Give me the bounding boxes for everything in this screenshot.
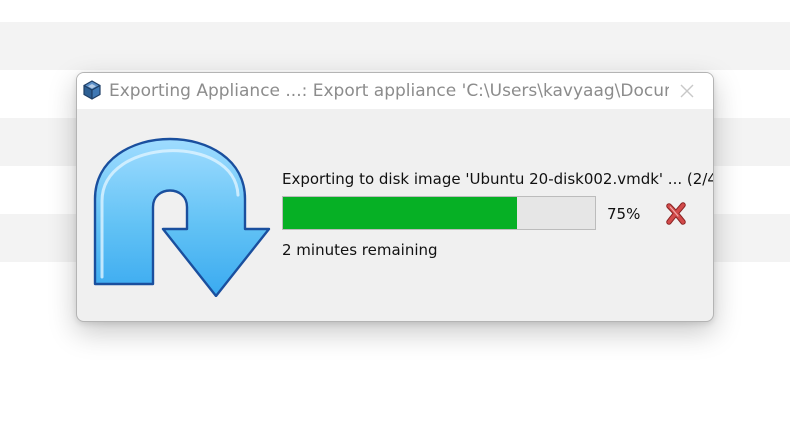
progress-fill [283, 197, 517, 229]
cancel-x-icon [666, 202, 686, 225]
cancel-button[interactable] [663, 201, 689, 227]
export-progress-bar [282, 196, 596, 230]
export-progress-dialog: Exporting Appliance ...: Export applianc… [76, 72, 714, 322]
close-button[interactable] [673, 77, 701, 105]
progress-percent: 75% [607, 205, 641, 223]
export-status-text: Exporting to disk image 'Ubuntu 20-disk0… [282, 170, 714, 188]
time-remaining-text: 2 minutes remaining [282, 241, 438, 259]
background-row [0, 22, 790, 70]
export-u-turn-arrow-icon [93, 137, 271, 297]
close-icon [680, 84, 694, 98]
dialog-title: Exporting Appliance ...: Export applianc… [109, 81, 669, 101]
title-bar[interactable]: Exporting Appliance ...: Export applianc… [77, 73, 713, 109]
virtualbox-cube-icon [81, 79, 103, 101]
